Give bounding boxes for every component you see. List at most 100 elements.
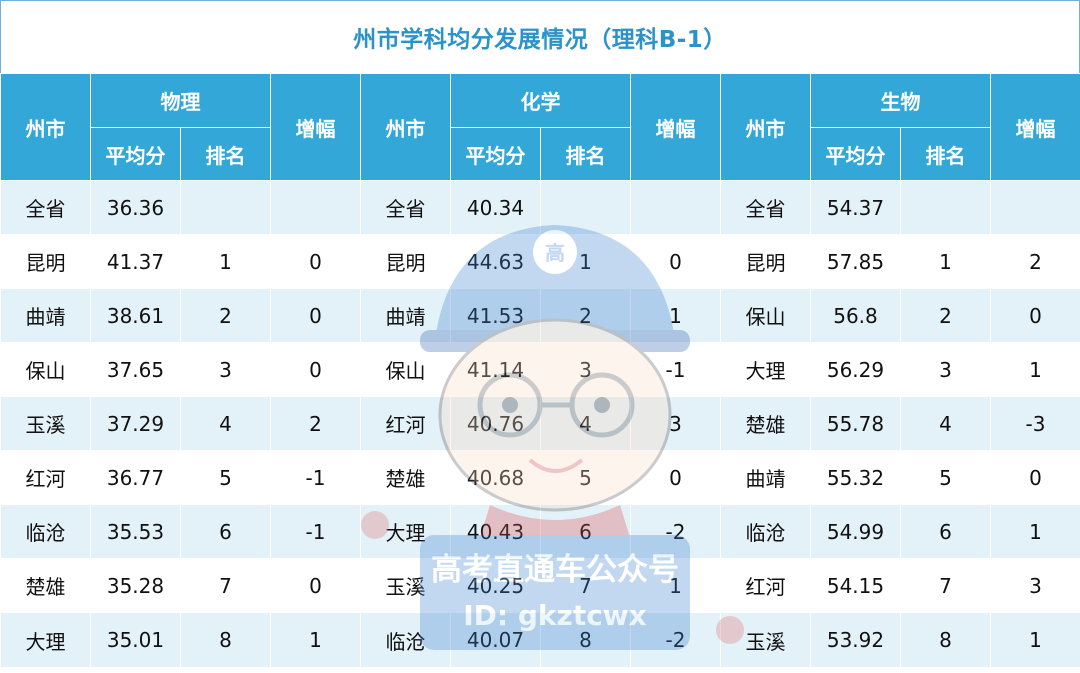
- physics-rise-cell: 0: [270, 342, 361, 397]
- biology-city-cell: 昆明: [720, 234, 811, 289]
- physics-rank-cell: 2: [180, 288, 271, 343]
- physics-rise-cell: 1: [270, 612, 361, 668]
- physics-city-cell: 玉溪: [0, 396, 91, 451]
- table-row: 楚雄 35.28 7 0 玉溪 40.25 7 1 红河 54.15 7 3: [0, 558, 1080, 613]
- col-header-rank: 排名: [900, 127, 991, 181]
- physics-city-cell: 大理: [0, 612, 91, 668]
- chemistry-rise-cell: -1: [630, 342, 721, 397]
- chemistry-avg-cell: 40.07: [450, 612, 541, 668]
- col-header-rise: 增幅: [990, 73, 1080, 181]
- physics-rank-cell: 7: [180, 558, 271, 613]
- physics-rank-cell: [180, 180, 271, 235]
- chemistry-rise-cell: -2: [630, 504, 721, 559]
- chemistry-rise-cell: 3: [630, 396, 721, 451]
- chemistry-rank-cell: 7: [540, 558, 631, 613]
- biology-rise-cell: 0: [990, 288, 1080, 343]
- col-header-city: 州市: [720, 73, 811, 181]
- col-header-avg: 平均分: [810, 127, 901, 181]
- col-header-avg: 平均分: [450, 127, 541, 181]
- chemistry-rise-cell: -2: [630, 612, 721, 668]
- biology-rank-cell: 1: [900, 234, 991, 289]
- physics-rank-cell: 5: [180, 450, 271, 505]
- table-body: 全省 36.36 全省 40.34 全省 54.37 昆明 41.37 1 0 昆明 44.63 1 0 昆…: [0, 180, 1080, 668]
- biology-rise-cell: 1: [990, 612, 1080, 668]
- chemistry-avg-cell: 40.43: [450, 504, 541, 559]
- physics-avg-cell: 38.61: [90, 288, 181, 343]
- chemistry-rise-cell: 0: [630, 450, 721, 505]
- biology-city-cell: 大理: [720, 342, 811, 397]
- biology-rise-cell: 3: [990, 558, 1080, 613]
- col-header-rise: 增幅: [270, 73, 361, 181]
- biology-avg-cell: 55.32: [810, 450, 901, 505]
- physics-rise-cell: -1: [270, 504, 361, 559]
- physics-city-cell: 楚雄: [0, 558, 91, 613]
- chemistry-rank-cell: 6: [540, 504, 631, 559]
- physics-avg-cell: 35.01: [90, 612, 181, 668]
- chemistry-avg-cell: 40.76: [450, 396, 541, 451]
- biology-rank-cell: 7: [900, 558, 991, 613]
- page: 州市学科均分发展情况（理科B-1） 州市 物理 增幅 州市 化学 增幅 州市 生…: [0, 0, 1080, 673]
- chemistry-avg-cell: 41.14: [450, 342, 541, 397]
- biology-city-cell: 保山: [720, 288, 811, 343]
- physics-rise-cell: 0: [270, 234, 361, 289]
- biology-avg-cell: 53.92: [810, 612, 901, 668]
- physics-city-cell: 昆明: [0, 234, 91, 289]
- score-table: 州市 物理 增幅 州市 化学 增幅 州市 生物 增幅 平均分 排名 平均分 排名…: [0, 73, 1080, 668]
- physics-rise-cell: 0: [270, 558, 361, 613]
- physics-rank-cell: 6: [180, 504, 271, 559]
- chemistry-rank-cell: 5: [540, 450, 631, 505]
- biology-rise-cell: [990, 180, 1080, 235]
- chemistry-city-cell: 保山: [360, 342, 451, 397]
- chemistry-city-cell: 临沧: [360, 612, 451, 668]
- col-header-chemistry: 化学: [450, 73, 631, 128]
- biology-avg-cell: 54.15: [810, 558, 901, 613]
- physics-city-cell: 临沧: [0, 504, 91, 559]
- table-row: 保山 37.65 3 0 保山 41.14 3 -1 大理 56.29 3 1: [0, 342, 1080, 397]
- physics-avg-cell: 35.28: [90, 558, 181, 613]
- col-header-city: 州市: [0, 73, 91, 181]
- chemistry-rise-cell: 1: [630, 288, 721, 343]
- biology-rank-cell: 6: [900, 504, 991, 559]
- col-header-physics: 物理: [90, 73, 271, 128]
- table-title: 州市学科均分发展情况（理科B-1）: [0, 0, 1080, 73]
- col-header-rise: 增幅: [630, 73, 721, 181]
- biology-avg-cell: 54.37: [810, 180, 901, 235]
- chemistry-avg-cell: 44.63: [450, 234, 541, 289]
- biology-rise-cell: 2: [990, 234, 1080, 289]
- physics-avg-cell: 36.77: [90, 450, 181, 505]
- chemistry-rank-cell: 2: [540, 288, 631, 343]
- biology-city-cell: 临沧: [720, 504, 811, 559]
- biology-city-cell: 全省: [720, 180, 811, 235]
- physics-avg-cell: 36.36: [90, 180, 181, 235]
- biology-avg-cell: 55.78: [810, 396, 901, 451]
- col-header-avg: 平均分: [90, 127, 181, 181]
- physics-rise-cell: 0: [270, 288, 361, 343]
- chemistry-city-cell: 全省: [360, 180, 451, 235]
- chemistry-city-cell: 昆明: [360, 234, 451, 289]
- biology-rise-cell: 1: [990, 342, 1080, 397]
- biology-rise-cell: 0: [990, 450, 1080, 505]
- biology-avg-cell: 56.8: [810, 288, 901, 343]
- physics-rank-cell: 1: [180, 234, 271, 289]
- physics-rank-cell: 8: [180, 612, 271, 668]
- chemistry-rank-cell: 1: [540, 234, 631, 289]
- biology-rise-cell: -3: [990, 396, 1080, 451]
- biology-rise-cell: 1: [990, 504, 1080, 559]
- physics-rank-cell: 4: [180, 396, 271, 451]
- table-row: 全省 36.36 全省 40.34 全省 54.37: [0, 180, 1080, 235]
- physics-city-cell: 红河: [0, 450, 91, 505]
- biology-city-cell: 楚雄: [720, 396, 811, 451]
- physics-avg-cell: 37.65: [90, 342, 181, 397]
- physics-rank-cell: 3: [180, 342, 271, 397]
- chemistry-rank-cell: [540, 180, 631, 235]
- physics-rise-cell: -1: [270, 450, 361, 505]
- biology-city-cell: 红河: [720, 558, 811, 613]
- biology-rank-cell: 4: [900, 396, 991, 451]
- table-row: 玉溪 37.29 4 2 红河 40.76 4 3 楚雄 55.78 4 -3: [0, 396, 1080, 451]
- col-header-biology: 生物: [810, 73, 991, 128]
- chemistry-rise-cell: [630, 180, 721, 235]
- biology-rank-cell: 2: [900, 288, 991, 343]
- physics-city-cell: 保山: [0, 342, 91, 397]
- biology-rank-cell: [900, 180, 991, 235]
- chemistry-avg-cell: 41.53: [450, 288, 541, 343]
